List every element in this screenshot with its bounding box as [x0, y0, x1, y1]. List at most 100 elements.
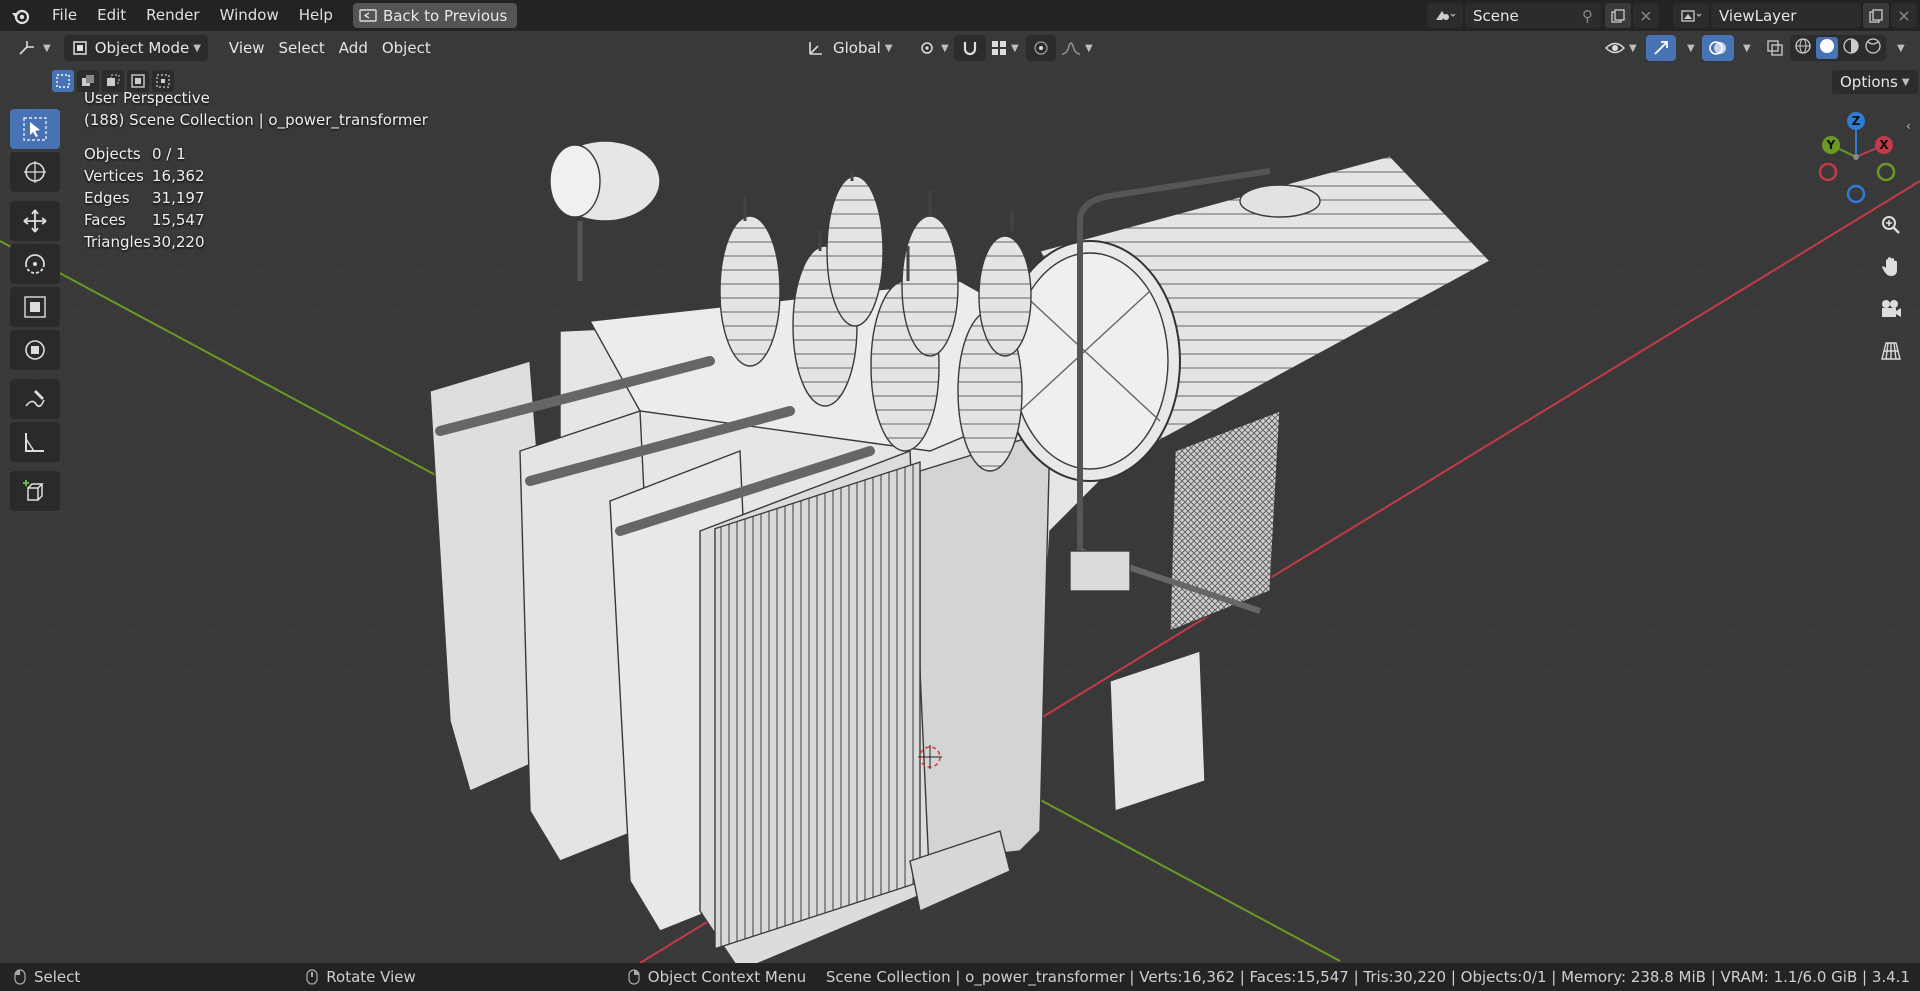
axis-editor-icon: [19, 41, 34, 55]
overlays-icon: [1709, 41, 1726, 55]
navigation-gizmo[interactable]: Z X Y: [1801, 109, 1911, 209]
scene-name-field[interactable]: Scene ⚲: [1465, 3, 1601, 28]
chevron-down-icon: ▼: [193, 42, 201, 54]
zoom-button[interactable]: [1874, 208, 1908, 242]
chevron-down-icon: ▼: [43, 42, 51, 54]
stat-value: 16,362: [152, 167, 205, 185]
chevron-down-icon: ▼: [1085, 42, 1093, 54]
add-cube-icon: [23, 480, 44, 501]
scene-name: Scene: [1473, 6, 1519, 25]
stat-objects: Objects 0 / 1: [84, 143, 428, 165]
rotate-icon: [25, 254, 45, 274]
snap-grid-icon: [992, 41, 1006, 55]
cursor-arrow-icon: [23, 117, 47, 141]
pan-button[interactable]: [1874, 250, 1908, 284]
transform-tool[interactable]: [10, 330, 60, 370]
delete-scene-icon[interactable]: [1633, 3, 1659, 28]
gizmo-toggle[interactable]: [1646, 35, 1676, 61]
select-new-icon[interactable]: [52, 70, 74, 92]
gizmo-neg-z-axis[interactable]: [1846, 184, 1866, 204]
shading-dropdown[interactable]: ▼: [1886, 35, 1912, 61]
stat-value: 31,197: [152, 189, 205, 207]
menu-help[interactable]: Help: [289, 0, 343, 31]
delete-view-layer-icon[interactable]: [1891, 3, 1917, 28]
gizmo-neg-y-axis[interactable]: [1876, 162, 1896, 182]
status-bar: Select Rotate View Object Context Menu S…: [0, 963, 1920, 991]
blender-logo-icon[interactable]: [0, 0, 42, 31]
svg-text:X: X: [1879, 138, 1889, 152]
proportional-edit-toggle[interactable]: [1026, 35, 1056, 61]
viewport-stats-overlay: User Perspective (188) Scene Collection …: [84, 87, 428, 253]
move-tool[interactable]: [10, 201, 60, 241]
rotate-tool[interactable]: [10, 244, 60, 284]
cursor-tool[interactable]: [10, 152, 60, 192]
view-layer-name: ViewLayer: [1719, 6, 1797, 25]
overlays-toggle[interactable]: [1702, 35, 1734, 61]
add-menu[interactable]: Add: [332, 35, 375, 61]
rendered-shading-icon[interactable]: [1864, 37, 1882, 59]
scene-selector: Scene ⚲: [1427, 3, 1659, 28]
stat-label: Objects: [84, 145, 141, 163]
pivot-point-button[interactable]: ▼: [910, 35, 956, 61]
chevron-down-icon: ▼: [1897, 42, 1905, 54]
transform-icon: [25, 340, 45, 360]
perspective-toggle-button[interactable]: [1874, 334, 1908, 368]
active-collection-label: (188) Scene Collection | o_power_transfo…: [84, 111, 428, 129]
options-dropdown[interactable]: Options ▼: [1832, 70, 1918, 94]
overlays-dropdown[interactable]: ▼: [1732, 35, 1758, 61]
object-menu[interactable]: Object: [375, 35, 438, 61]
status-rotate-label: Rotate View: [326, 968, 416, 986]
hand-icon: [1882, 257, 1897, 276]
transform-orientation-dropdown[interactable]: Global ▼: [800, 35, 900, 61]
back-to-previous-button[interactable]: Back to Previous: [352, 3, 518, 28]
eye-icon: [1605, 42, 1625, 54]
grid-perspective-icon: [1881, 342, 1901, 360]
mouse-right-icon: [628, 969, 640, 985]
status-context-hint: Object Context Menu: [628, 968, 806, 986]
solid-shading-icon[interactable]: [1816, 37, 1838, 59]
scene-browse-icon[interactable]: [1427, 3, 1463, 28]
svg-text:Z: Z: [1852, 114, 1861, 128]
measure-tool[interactable]: [10, 422, 60, 462]
wireframe-shading-icon[interactable]: [1794, 37, 1812, 59]
gizmo-neg-x-axis[interactable]: [1818, 162, 1838, 182]
snap-target-dropdown[interactable]: ▼: [984, 35, 1026, 61]
pin-icon[interactable]: ⚲: [1582, 7, 1593, 25]
3d-viewport[interactable]: ▼ Object Mode ▼ View Select Add Object G…: [0, 31, 1920, 963]
menu-edit[interactable]: Edit: [87, 0, 136, 31]
annotate-tool[interactable]: [10, 379, 60, 419]
xray-toggle[interactable]: [1760, 35, 1790, 61]
stat-label: Edges: [84, 189, 130, 207]
stat-vertices: Vertices 16,362: [84, 165, 428, 187]
select-menu[interactable]: Select: [272, 35, 332, 61]
svg-text:Y: Y: [1826, 138, 1836, 152]
view-layer-name-field[interactable]: ViewLayer: [1711, 3, 1861, 28]
menu-window[interactable]: Window: [210, 0, 289, 31]
chevron-down-icon: ▼: [1687, 42, 1695, 54]
material-shading-icon[interactable]: [1842, 37, 1860, 59]
editor-type-button[interactable]: ▼: [10, 35, 58, 61]
move-arrows-icon: [23, 209, 47, 233]
menu-file[interactable]: File: [42, 0, 87, 31]
proportional-dot-icon: [1034, 41, 1048, 55]
stat-label: Vertices: [84, 167, 144, 185]
mouse-middle-icon: [306, 969, 318, 985]
add-cube-tool[interactable]: [10, 471, 60, 511]
select-box-tool[interactable]: [10, 109, 60, 149]
scale-tool[interactable]: [10, 287, 60, 327]
view-layer-browse-icon[interactable]: [1673, 3, 1709, 28]
visibility-dropdown[interactable]: ▼: [1598, 35, 1644, 61]
object-mode-dropdown[interactable]: Object Mode ▼: [63, 35, 208, 61]
new-scene-icon[interactable]: [1605, 3, 1631, 28]
view-menu[interactable]: View: [222, 35, 272, 61]
camera-view-button[interactable]: [1874, 292, 1908, 326]
snap-toggle[interactable]: [954, 35, 986, 61]
chevron-down-icon: ▼: [1629, 42, 1637, 54]
falloff-dropdown[interactable]: ▼: [1054, 35, 1100, 61]
screen-back-icon: [359, 8, 377, 22]
stat-value: 15,547: [152, 211, 205, 229]
gizmo-dropdown[interactable]: ▼: [1676, 35, 1702, 61]
sidebar-toggle-icon[interactable]: ‹: [1906, 119, 1911, 133]
new-view-layer-icon[interactable]: [1863, 3, 1889, 28]
menu-render[interactable]: Render: [136, 0, 209, 31]
